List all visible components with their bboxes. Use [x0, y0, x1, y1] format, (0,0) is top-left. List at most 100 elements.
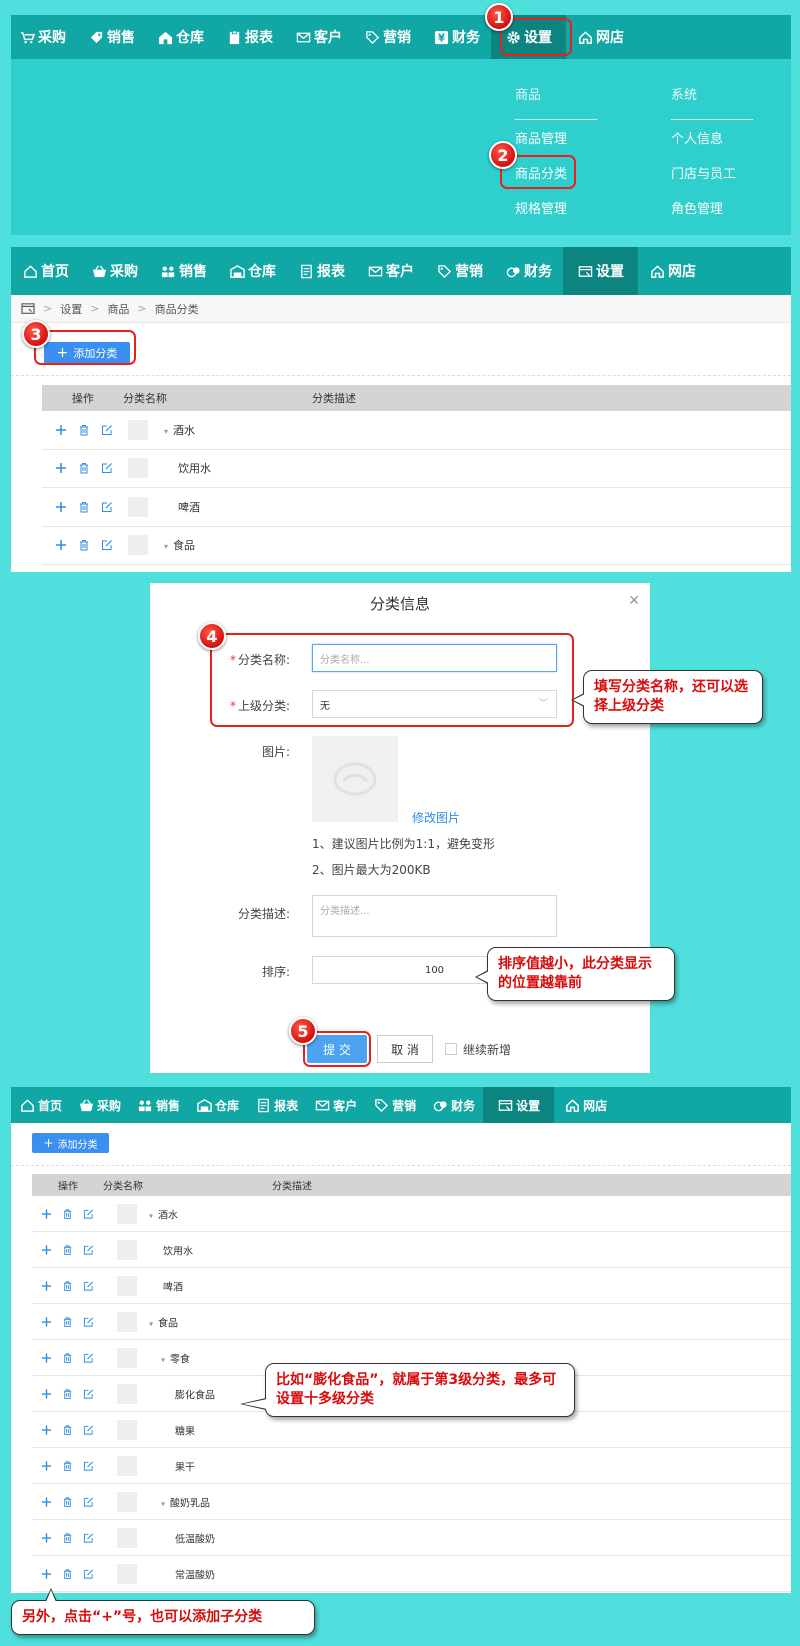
add-child-icon[interactable] [41, 1280, 52, 1291]
add-child-icon[interactable] [41, 1424, 52, 1435]
edit-icon[interactable] [83, 1532, 94, 1543]
nav-item-warehouse[interactable]: 仓库 [218, 247, 287, 295]
yen-icon: ¥ [433, 29, 449, 45]
edit-icon[interactable] [83, 1568, 94, 1579]
nav-item-home[interactable]: 首页 [11, 247, 80, 295]
callout-name: 填写分类名称，还可以选择上级分类 [571, 670, 763, 724]
trash-icon[interactable] [62, 1316, 73, 1327]
edit-icon[interactable] [83, 1460, 94, 1471]
caret-down-icon[interactable]: ▾ [164, 542, 168, 551]
nav-label: 仓库 [248, 264, 276, 280]
trash-icon[interactable] [62, 1568, 73, 1579]
trash-icon[interactable] [62, 1424, 73, 1435]
breadcrumb-item[interactable]: 商品 [107, 301, 129, 317]
plus-icon: + [43, 1136, 54, 1150]
continue-checkbox[interactable] [445, 1043, 457, 1055]
nav-item-marketing[interactable]: 营销 [425, 247, 494, 295]
add-child-icon[interactable] [55, 462, 67, 474]
nav-item-warehouse[interactable]: 仓库 [146, 15, 215, 59]
nav-item-settings[interactable]: 设置 [563, 247, 638, 295]
edit-icon[interactable] [83, 1280, 94, 1291]
edit-icon[interactable] [83, 1244, 94, 1255]
nav-item-warehouse[interactable]: 仓库 [188, 1087, 247, 1123]
add-child-icon[interactable] [41, 1316, 52, 1327]
trash-icon[interactable] [78, 462, 90, 474]
add-child-icon[interactable] [41, 1460, 52, 1471]
caret-down-icon[interactable]: ▾ [161, 1355, 165, 1364]
edit-icon[interactable] [83, 1208, 94, 1219]
add-child-icon[interactable] [41, 1244, 52, 1255]
add-child-icon[interactable] [41, 1568, 52, 1579]
add-child-icon[interactable] [41, 1388, 52, 1399]
nav-item-report[interactable]: 报表 [247, 1087, 306, 1123]
trash-icon[interactable] [62, 1280, 73, 1291]
nav-item-report[interactable]: 报表 [215, 15, 284, 59]
caret-down-icon[interactable]: ▾ [149, 1211, 153, 1220]
description-textarea[interactable]: 分类描述... [312, 895, 557, 937]
add-child-icon[interactable] [55, 501, 67, 513]
edit-icon[interactable] [101, 424, 113, 436]
add-child-icon[interactable] [41, 1496, 52, 1507]
edit-icon[interactable] [83, 1424, 94, 1435]
change-image-link[interactable]: 修改图片 [412, 809, 460, 826]
nav-item-settings[interactable]: 设置 [483, 1087, 555, 1123]
add-child-icon[interactable] [55, 539, 67, 551]
nav-item-home[interactable]: 首页 [11, 1087, 70, 1123]
nav-item-sales[interactable]: 销售 [129, 1087, 188, 1123]
nav-item-purchase[interactable]: 采购 [11, 15, 77, 59]
add-child-icon[interactable] [41, 1352, 52, 1363]
add-child-icon[interactable] [41, 1208, 52, 1219]
menu-item-roles[interactable]: 角色管理 [671, 198, 723, 217]
nav-item-purchase[interactable]: 采购 [80, 247, 149, 295]
nav-item-customer[interactable]: 客户 [284, 15, 353, 59]
trash-icon[interactable] [62, 1244, 73, 1255]
nav-item-marketing[interactable]: 营销 [353, 15, 422, 59]
nav-item-finance[interactable]: ¥ 财务 [422, 15, 491, 59]
add-category-button[interactable]: + 添加分类 [32, 1133, 109, 1153]
edit-icon[interactable] [101, 539, 113, 551]
menu-item-store-staff[interactable]: 门店与员工 [671, 163, 736, 182]
breadcrumb-item[interactable]: 设置 [60, 301, 82, 317]
image-placeholder[interactable] [312, 736, 398, 822]
nav-item-marketing[interactable]: 营销 [365, 1087, 424, 1123]
edit-icon[interactable] [83, 1496, 94, 1507]
trash-icon[interactable] [62, 1532, 73, 1543]
edit-icon[interactable] [83, 1352, 94, 1363]
trash-icon[interactable] [62, 1208, 73, 1219]
trash-icon[interactable] [78, 501, 90, 513]
caret-down-icon[interactable]: ▾ [161, 1499, 165, 1508]
edit-icon[interactable] [101, 462, 113, 474]
nav-item-shop[interactable]: 网店 [554, 1087, 617, 1123]
nav-item-finance[interactable]: 财务 [424, 1087, 483, 1123]
menu-item-profile[interactable]: 个人信息 [671, 128, 723, 147]
add-child-icon[interactable] [55, 424, 67, 436]
nav-item-purchase[interactable]: 采购 [70, 1087, 129, 1123]
nav-label: 网店 [668, 264, 696, 280]
add-child-icon[interactable] [41, 1532, 52, 1543]
trash-icon[interactable] [62, 1388, 73, 1399]
caret-down-icon[interactable]: ▾ [164, 427, 168, 436]
menu-item-spec-manage[interactable]: 规格管理 [515, 198, 567, 217]
caret-down-icon[interactable]: ▾ [149, 1319, 153, 1328]
edit-icon[interactable] [101, 501, 113, 513]
nav-item-report[interactable]: 报表 [287, 247, 356, 295]
nav-item-customer[interactable]: 客户 [356, 247, 425, 295]
close-icon[interactable]: ✕ [628, 593, 640, 609]
trash-icon[interactable] [78, 424, 90, 436]
nav-item-customer[interactable]: 客户 [306, 1087, 365, 1123]
category-name-text: 常温酸奶 [175, 1570, 215, 1581]
nav-item-sales[interactable]: 销售 [77, 15, 146, 59]
nav-item-sales[interactable]: 销售 [149, 247, 218, 295]
trash-icon[interactable] [78, 539, 90, 551]
trash-icon[interactable] [62, 1352, 73, 1363]
edit-icon[interactable] [83, 1316, 94, 1327]
edit-icon[interactable] [83, 1388, 94, 1399]
trash-icon[interactable] [62, 1496, 73, 1507]
nav-item-shop[interactable]: 网店 [566, 15, 635, 59]
nav-label: 网店 [583, 1098, 608, 1113]
cancel-button[interactable]: 取 消 [377, 1035, 433, 1063]
nav-item-shop[interactable]: 网店 [638, 247, 707, 295]
trash-icon[interactable] [62, 1460, 73, 1471]
nav-item-finance[interactable]: 财务 [494, 247, 563, 295]
menu-item-goods-manage[interactable]: 商品管理 [515, 128, 567, 147]
